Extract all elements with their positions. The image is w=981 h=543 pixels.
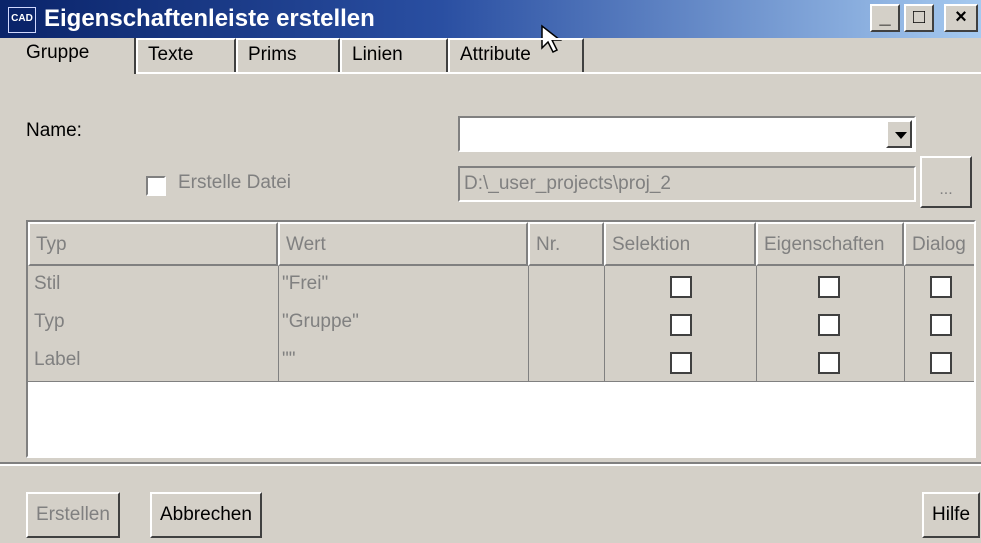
tab-texte[interactable]: Texte: [136, 38, 236, 72]
browse-button[interactable]: ...: [920, 156, 972, 208]
separator: [0, 464, 981, 466]
chevron-down-icon: [895, 132, 907, 139]
app-icon: CAD: [8, 7, 36, 33]
column-header-selektion[interactable]: Selektion: [604, 222, 756, 266]
create-file-checkbox[interactable]: [146, 176, 166, 196]
dialog-checkbox[interactable]: [930, 314, 952, 336]
selektion-checkbox[interactable]: [670, 314, 692, 336]
name-combo-box[interactable]: [458, 116, 916, 152]
tab-linien[interactable]: Linien: [340, 38, 448, 72]
dialog-checkbox[interactable]: [930, 276, 952, 298]
dialog-checkbox[interactable]: [930, 352, 952, 374]
table-cell-typ: Stil: [34, 273, 61, 294]
column-divider: [904, 266, 905, 382]
tab-attribute[interactable]: Attribute: [448, 38, 584, 72]
maximize-button[interactable]: □: [904, 4, 934, 32]
create-button[interactable]: Erstellen: [26, 492, 120, 538]
name-label: Name:: [26, 120, 82, 141]
row-divider: [28, 381, 974, 382]
create-file-label: Erstelle Datei: [178, 172, 291, 193]
attributes-table[interactable]: Typ Wert Nr. Selektion Eigenschaften Dia…: [26, 220, 976, 458]
column-divider: [604, 266, 605, 382]
help-button[interactable]: Hilfe: [922, 492, 981, 538]
eigenschaften-checkbox[interactable]: [818, 276, 840, 298]
column-header-nr[interactable]: Nr.: [528, 222, 604, 266]
table-cell-wert: "Frei": [282, 273, 329, 294]
column-divider: [278, 266, 279, 382]
eigenschaften-checkbox[interactable]: [818, 314, 840, 336]
table-cell-typ: Label: [34, 349, 81, 370]
column-divider: [528, 266, 529, 382]
close-button[interactable]: ×: [944, 4, 978, 32]
column-header-dialog[interactable]: Dialog: [904, 222, 974, 266]
tab-gruppe[interactable]: Gruppe: [16, 38, 136, 74]
window-title: Eigenschaftenleiste erstellen: [44, 5, 375, 32]
eigenschaften-checkbox[interactable]: [818, 352, 840, 374]
minimize-button[interactable]: _: [870, 4, 900, 32]
combo-dropdown-button[interactable]: [886, 120, 912, 148]
table-cell-wert: "Gruppe": [282, 311, 359, 332]
tab-prims[interactable]: Prims: [236, 38, 340, 72]
column-divider: [756, 266, 757, 382]
table-cell-typ: Typ: [34, 311, 65, 332]
tab-panel-border: [136, 72, 981, 74]
table-cell-wert: "": [282, 349, 296, 370]
cancel-button[interactable]: Abbrechen: [150, 492, 262, 538]
selektion-checkbox[interactable]: [670, 276, 692, 298]
column-header-typ[interactable]: Typ: [28, 222, 278, 266]
column-header-eigenschaften[interactable]: Eigenschaften: [756, 222, 904, 266]
file-path-field[interactable]: D:\_user_projects\proj_2: [458, 166, 916, 202]
column-header-wert[interactable]: Wert: [278, 222, 528, 266]
selektion-checkbox[interactable]: [670, 352, 692, 374]
